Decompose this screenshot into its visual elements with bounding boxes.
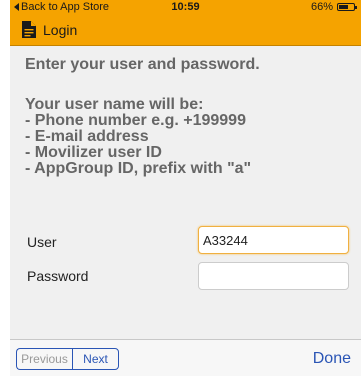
info-line: - Phone number e.g. +199999 [25,112,246,129]
info-line: Your user name will be: [25,96,204,113]
battery-status: 66% [310,0,357,15]
info-line: - AppGroup ID, prefix with "a" [25,160,252,177]
previous-button[interactable]: Previous [16,348,72,370]
instruction-heading: Enter your user and password. [25,56,260,73]
login-screen: Back to App Store 10:59 66% Login Enter … [10,0,361,376]
user-input[interactable] [198,226,349,254]
info-line: - E-mail address [25,128,149,145]
password-input[interactable] [198,262,349,290]
next-button[interactable]: Next [72,348,119,370]
info-line: - Movilizer user ID [25,144,162,161]
title-divider [10,45,361,46]
username-info-list: Your user name will be: - Phone number e… [25,97,251,177]
done-button[interactable]: Done [313,340,351,376]
document-icon [22,21,36,38]
keyboard-accessory-bar: Previous Next Done [10,339,361,376]
battery-fill [339,5,349,9]
battery-percent: 66% [310,1,333,13]
user-label: User [27,234,57,250]
battery-icon [337,3,357,11]
password-label: Password [27,268,89,284]
page-title: Login [43,22,78,38]
battery-nub [355,6,357,9]
status-time: 10:59 [171,1,200,13]
title-bar: Login [10,15,361,45]
status-bar: Back to App Store 10:59 66% [10,0,361,15]
